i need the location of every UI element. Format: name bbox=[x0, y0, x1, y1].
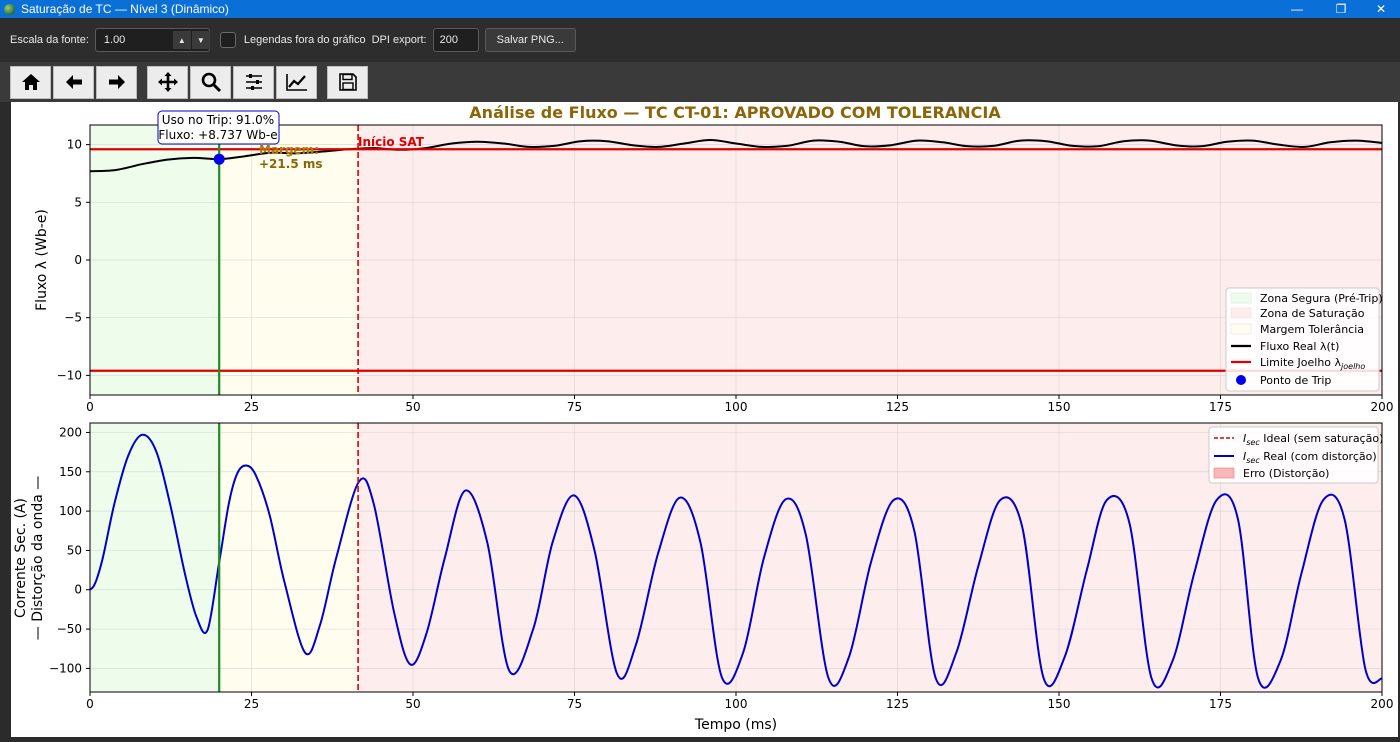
legend-label: Zona Segura (Pré-Trip) bbox=[1260, 292, 1383, 305]
spin-up-icon[interactable]: ▲ bbox=[172, 31, 191, 49]
current-axes: 0 25 50 75 100 125 150 175 200 −100 −50 0 50 100 150 20… bbox=[13, 422, 1394, 733]
y-tick-label: 10 bbox=[67, 138, 82, 152]
pan-button[interactable] bbox=[147, 65, 188, 99]
flux-legend: Zona Segura (Pré-Trip) Zona de Saturação M… bbox=[1225, 287, 1383, 392]
close-button[interactable]: ✕ bbox=[1362, 0, 1400, 18]
x-tick-label: 75 bbox=[567, 400, 582, 414]
y-tick-label: −50 bbox=[57, 622, 82, 636]
legend-label: Isec Ideal (sem saturação) bbox=[1243, 432, 1383, 447]
legend-label: Ponto de Trip bbox=[1260, 374, 1331, 387]
edit-axes-icon bbox=[285, 74, 307, 91]
trip-tooltip-usage: Uso no Trip: 91.0% bbox=[162, 113, 274, 127]
x-tick-label: 125 bbox=[886, 400, 909, 414]
pan-move-icon bbox=[157, 72, 178, 92]
y-tick-label: −100 bbox=[49, 661, 82, 675]
forward-arrow-icon bbox=[108, 75, 125, 89]
figure-svg: Análise de Fluxo — TC CT-01: APROVADO CO… bbox=[13, 103, 1394, 733]
edit-axes-button[interactable] bbox=[276, 65, 317, 99]
figure-canvas: Análise de Fluxo — TC CT-01: APROVADO CO… bbox=[11, 102, 1398, 737]
x-tick-label: 75 bbox=[567, 697, 582, 711]
y-tick-label: 100 bbox=[59, 504, 82, 518]
y-tick-label: 200 bbox=[59, 425, 82, 439]
save-figure-button[interactable] bbox=[327, 65, 368, 99]
window-titlebar: Saturação de TC — Nível 3 (Dinâmico) — ❐… bbox=[0, 0, 1400, 18]
legend-outside-label: Legendas fora do gráfico bbox=[243, 34, 366, 46]
home-button[interactable] bbox=[10, 65, 51, 99]
x-tick-label: 25 bbox=[244, 697, 259, 711]
font-scale-input[interactable] bbox=[95, 29, 174, 51]
y-tick-label: −5 bbox=[64, 311, 82, 325]
configure-subplots-button[interactable] bbox=[233, 65, 274, 99]
legend-swatch bbox=[1230, 307, 1252, 319]
x-tick-label: 100 bbox=[725, 697, 748, 711]
y-tick-label: 0 bbox=[74, 253, 82, 267]
x-tick-label: 150 bbox=[1048, 697, 1071, 711]
home-icon bbox=[21, 74, 40, 90]
forward-button[interactable] bbox=[96, 65, 137, 99]
app-icon bbox=[4, 3, 15, 15]
x-tick-label: 200 bbox=[1371, 697, 1394, 711]
x-tick-label: 175 bbox=[1209, 697, 1232, 711]
legend-label: Erro (Distorção) bbox=[1243, 467, 1329, 480]
x-tick-label: 0 bbox=[86, 697, 94, 711]
x-tick-label: 200 bbox=[1371, 400, 1394, 414]
x-tick-label: 50 bbox=[405, 400, 420, 414]
legend-outside-checkbox[interactable] bbox=[219, 32, 236, 48]
y-tick-label: 50 bbox=[67, 543, 82, 557]
legend-label: Fluxo Real λ(t) bbox=[1260, 340, 1339, 353]
save-icon bbox=[338, 73, 357, 91]
y-tick-label: 150 bbox=[59, 465, 82, 479]
figure-title: Análise de Fluxo — TC CT-01: APROVADO CO… bbox=[469, 103, 1001, 122]
trip-point-marker bbox=[213, 153, 225, 165]
x-tick-label: 150 bbox=[1048, 400, 1071, 414]
x-tick-label: 25 bbox=[244, 400, 259, 414]
legend-swatch-trip bbox=[1236, 375, 1246, 385]
configure-subplots-icon bbox=[245, 74, 262, 90]
minimize-button[interactable]: — bbox=[1274, 0, 1320, 18]
window-title: Saturação de TC — Nível 3 (Dinâmico) bbox=[21, 2, 229, 16]
y-tick-label: 5 bbox=[74, 195, 82, 209]
margin-label: Margem: bbox=[259, 143, 319, 157]
legend-label: Isec Real (com distorção) bbox=[1243, 450, 1377, 465]
current-ylabel-line1: Corrente Sec. (A) bbox=[13, 498, 29, 618]
options-bar: Escala da fonte: ▲ ▼ Legendas fora do gr… bbox=[0, 18, 1400, 62]
y-tick-label: −10 bbox=[57, 368, 82, 382]
time-xlabel: Tempo (ms) bbox=[694, 717, 777, 733]
back-button[interactable] bbox=[53, 65, 94, 99]
x-tick-label: 125 bbox=[886, 697, 909, 711]
legend-label: Zona de Saturação bbox=[1260, 307, 1365, 320]
x-tick-label: 0 bbox=[86, 400, 94, 414]
back-arrow-icon bbox=[65, 75, 82, 89]
trip-tooltip-flux: Fluxo: +8.737 Wb-e bbox=[158, 128, 277, 142]
legend-swatch bbox=[1230, 323, 1252, 335]
dpi-label: DPI export: bbox=[371, 34, 427, 46]
zoom-button[interactable] bbox=[190, 65, 231, 99]
zoom-icon bbox=[201, 72, 221, 93]
flux-ylabel: Fluxo λ (Wb-e) bbox=[34, 209, 50, 311]
x-tick-label: 175 bbox=[1209, 400, 1232, 414]
spin-down-icon[interactable]: ▼ bbox=[191, 31, 210, 49]
plot-toolbar bbox=[0, 62, 1400, 102]
flux-axes: 0 25 50 75 100 125 150 175 200 −10 −5 0 5 10 Margem:+2… bbox=[34, 110, 1394, 414]
region-shade bbox=[90, 423, 220, 692]
legend-label: Margem Tolerância bbox=[1260, 323, 1364, 336]
current-legend: Isec Ideal (sem saturação) Isec Real (com… bbox=[1208, 426, 1383, 484]
margin-value: +21.5 ms bbox=[259, 157, 323, 171]
legend-swatch-error bbox=[1213, 467, 1235, 479]
font-scale-label: Escala da fonte: bbox=[10, 34, 89, 46]
saturation-start-label: Início SAT bbox=[358, 135, 425, 149]
font-scale-spinbox[interactable]: ▲ ▼ bbox=[94, 28, 210, 52]
maximize-button[interactable]: ❐ bbox=[1318, 0, 1364, 18]
save-png-button[interactable]: Salvar PNG... bbox=[484, 28, 576, 52]
dpi-input[interactable] bbox=[432, 28, 479, 52]
x-tick-label: 100 bbox=[725, 400, 748, 414]
x-tick-label: 50 bbox=[405, 697, 420, 711]
legend-swatch bbox=[1230, 292, 1252, 304]
current-ylabel-line2: — Distorção da onda — bbox=[30, 476, 46, 640]
y-tick-label: 0 bbox=[74, 583, 82, 597]
